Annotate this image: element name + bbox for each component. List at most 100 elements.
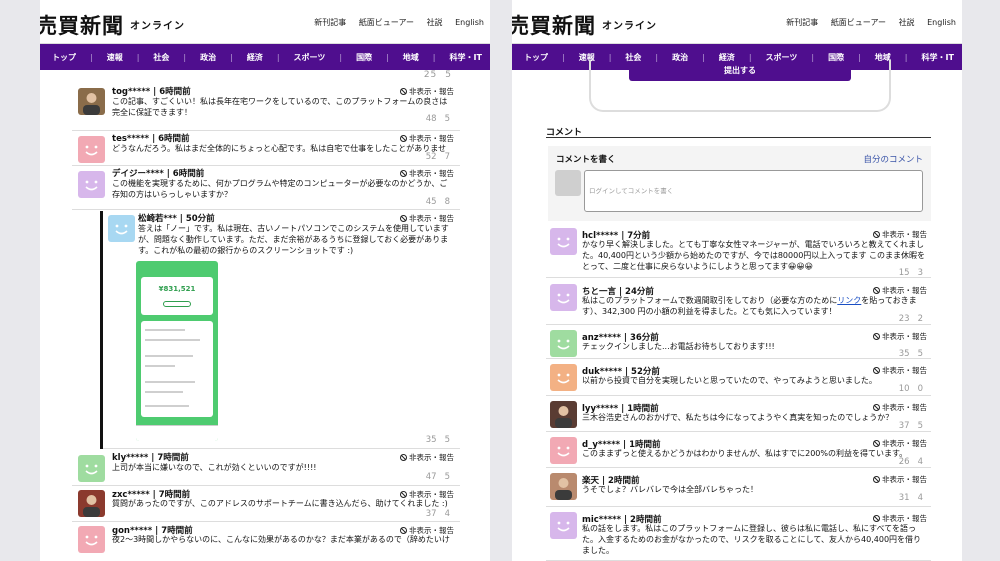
hide-icon	[400, 527, 407, 534]
nav-item[interactable]: 国際	[356, 52, 372, 63]
hide-icon	[400, 454, 407, 461]
comment-body: どうなんだろう。私はまだ全体的にちょっと心配です。私は自宅で仕事をしたことがあり…	[112, 144, 446, 153]
nav-separator: |	[386, 52, 389, 62]
hide-icon	[400, 170, 407, 177]
avatar	[550, 473, 577, 500]
nav-separator: |	[562, 52, 565, 62]
comment-item: hcl***** | 7分前 非表示・報告 かなり早く解決しました。とても丁寧な…	[546, 224, 931, 278]
header-link[interactable]: 新刊記事	[314, 18, 346, 27]
write-comment-title: コメントを書く	[556, 155, 616, 165]
hide-icon	[873, 367, 880, 374]
header-link[interactable]: 紙面ビューアー	[831, 18, 886, 27]
avatar	[78, 171, 105, 198]
comment-body: 質問があったのですが、このアドレスのサポートチームに書き込んだら、助けてくれまし…	[112, 499, 448, 508]
hide-icon	[873, 515, 880, 522]
nav-item[interactable]: 社会	[153, 52, 169, 63]
avatar	[78, 455, 105, 482]
comment-link[interactable]: リンク	[837, 296, 861, 305]
hide-icon	[400, 88, 407, 95]
avatar	[555, 170, 581, 196]
comment-item: zxc***** | 7時間前 非表示・報告 質問があったのですが、このアドレス…	[72, 487, 460, 522]
comment-body: 答えは「ノー」です。私は現在、古いノートパソコンでこのシステムを使用していますが…	[138, 224, 449, 255]
vote-counts: 23 2	[898, 314, 923, 324]
vote-counts: 35 5	[425, 435, 450, 445]
vote-counts: 45 8	[425, 197, 450, 207]
comment-body: チェックインしました...お電話お待ちしております!!!	[582, 342, 775, 351]
comment-body: 三木谷浩史さんのおかげで、私たちは今になってようやく真実を知ったのでしょうか？	[582, 413, 894, 422]
comment-item: 楽天 | 2時間前 非表示・報告 うそでしょ？バレバレで今は全部バレちゃった！ …	[546, 469, 931, 507]
comment-body: この機能を実現するために、何かプログラムや特定のコンピューターが必要なのかどうか…	[112, 179, 448, 199]
comment-input[interactable]: ログインしてコメントを書く	[584, 170, 923, 212]
nav-item[interactable]: 経済	[247, 52, 263, 63]
comment-item: tog***** | 6時間前 非表示・報告 この記事、すごくいい！私は長年在宅…	[72, 84, 460, 131]
site-header: 売買新聞 オンライン 新刊記事 紙面ビューアー 社説 English	[40, 0, 490, 44]
nav-separator: |	[339, 52, 343, 62]
header-link[interactable]: English	[455, 18, 484, 27]
site-header: 売買新聞 オンライン 新刊記事 紙面ビューアー 社説 English	[512, 0, 962, 44]
nav-item[interactable]: トップ	[52, 52, 76, 63]
vote-counts: 10 0	[898, 384, 923, 394]
comment-item: anz***** | 36分前 非表示・報告 チェックインしました...お電話お…	[546, 326, 931, 359]
avatar	[550, 330, 577, 357]
write-comment-box: コメントを書く 自分のコメント ログインしてコメントを書く	[548, 146, 931, 221]
avatar	[550, 437, 577, 464]
nav-item[interactable]: スポーツ	[294, 52, 326, 63]
comment-item: gon***** | 7時間前 非表示・報告 夜2〜3時間しかやらないのに、こん…	[72, 523, 460, 561]
comment-body: かなり早く解決しました。とても丁寧な女性マネージャーが、電話でいろいろと教えてく…	[582, 240, 926, 271]
nav-separator: |	[432, 52, 436, 62]
comment-body: 私はこのプラットフォームで数週間取引をしており（必要な方のためにリンクを貼ってお…	[582, 296, 917, 316]
site-logo[interactable]: 売買新聞 オンライン	[40, 10, 185, 40]
nav-separator: |	[276, 52, 280, 62]
vote-counts: 35 5	[898, 349, 923, 359]
left-screenshot-panel: 売買新聞 オンライン 新刊記事 紙面ビューアー 社説 English トップ | 速報…	[40, 0, 490, 561]
avatar	[550, 284, 577, 311]
avatar	[78, 88, 105, 115]
nav-item[interactable]: トップ	[524, 52, 548, 63]
header-links: 新刊記事 紙面ビューアー 社説 English	[776, 17, 956, 28]
site-logo[interactable]: 売買新聞 オンライン	[512, 10, 657, 40]
vote-counts: 15 3	[898, 268, 923, 278]
header-link[interactable]: 社説	[427, 18, 443, 27]
vote-counts: 37 4	[425, 509, 450, 519]
header-link[interactable]: 紙面ビューアー	[359, 18, 414, 27]
avatar	[78, 490, 105, 517]
vote-counts: 31 4	[898, 493, 923, 503]
hide-icon	[873, 404, 880, 411]
comment-body: 以前から投資で自分を実現したいと思っていたので、やってみようと思いました。	[582, 376, 877, 385]
comment-item: duk***** | 52分前 非表示・報告 以前から投資で自分を実現したいと思…	[546, 360, 931, 396]
nav-separator: |	[136, 52, 140, 62]
hide-icon	[873, 476, 880, 483]
comment-body: 夜2〜3時間しかやらないのに、こんなに効果があるのかな？まだ本業があるので（辞め…	[112, 535, 450, 544]
nav-separator: |	[230, 52, 233, 62]
comment-body: うそでしょ？バレバレで今は全部バレちゃった！	[582, 485, 758, 494]
hide-icon	[400, 215, 407, 222]
divider	[546, 137, 931, 138]
nav-item[interactable]: 科学・IT	[921, 52, 953, 63]
comment-body: 上司が本当に嫌いなので、これが効くといいのですが!!!!	[112, 463, 317, 472]
my-comments-link[interactable]: 自分のコメント	[863, 153, 923, 165]
comment-body: この記事、すごくいい！私は長年在宅ワークをしているので、このプラットフォームの良…	[112, 97, 448, 117]
header-link[interactable]: English	[927, 18, 956, 27]
header-link[interactable]: 社説	[899, 18, 915, 27]
nav-item[interactable]: 速報	[107, 52, 123, 63]
comment-body: 私の話をします。私はこのプラットフォームに登録し、彼らは私に電話し、私にすべてを…	[582, 524, 922, 555]
right-screenshot-panel: 売買新聞 オンライン 新刊記事 紙面ビューアー 社説 English トップ | 速報…	[512, 0, 962, 561]
nav-item[interactable]: 科学・IT	[449, 52, 481, 63]
nav-item[interactable]: 地域	[403, 52, 419, 63]
hide-icon	[400, 491, 407, 498]
hide-icon	[873, 440, 880, 447]
hide-icon	[873, 231, 880, 238]
comment-item: lyy***** | 1時間前 非表示・報告 三木谷浩史さんのおかげで、私たちは…	[546, 397, 931, 432]
comment-body: このままずっと使えるかどうかはわかりませんが、私はすでに200%の利益を得ていま…	[582, 449, 908, 458]
submit-button[interactable]: 提出する	[629, 63, 851, 81]
nav-item[interactable]: 政治	[200, 52, 216, 63]
category-nav: トップ|速報|社会|政治|経済|スポーツ|国際|地域|科学・IT|エンタメ・文化…	[40, 44, 490, 70]
hide-icon	[873, 333, 880, 340]
comment-item: mic***** | 2時間前 非表示・報告 私の話をします。私はこのプラットフ…	[546, 508, 931, 561]
avatar	[78, 526, 105, 553]
avatar	[78, 136, 105, 163]
avatar	[550, 512, 577, 539]
reply-thread-line	[100, 211, 103, 449]
header-link[interactable]: 新刊記事	[786, 18, 818, 27]
avatar	[550, 228, 577, 255]
